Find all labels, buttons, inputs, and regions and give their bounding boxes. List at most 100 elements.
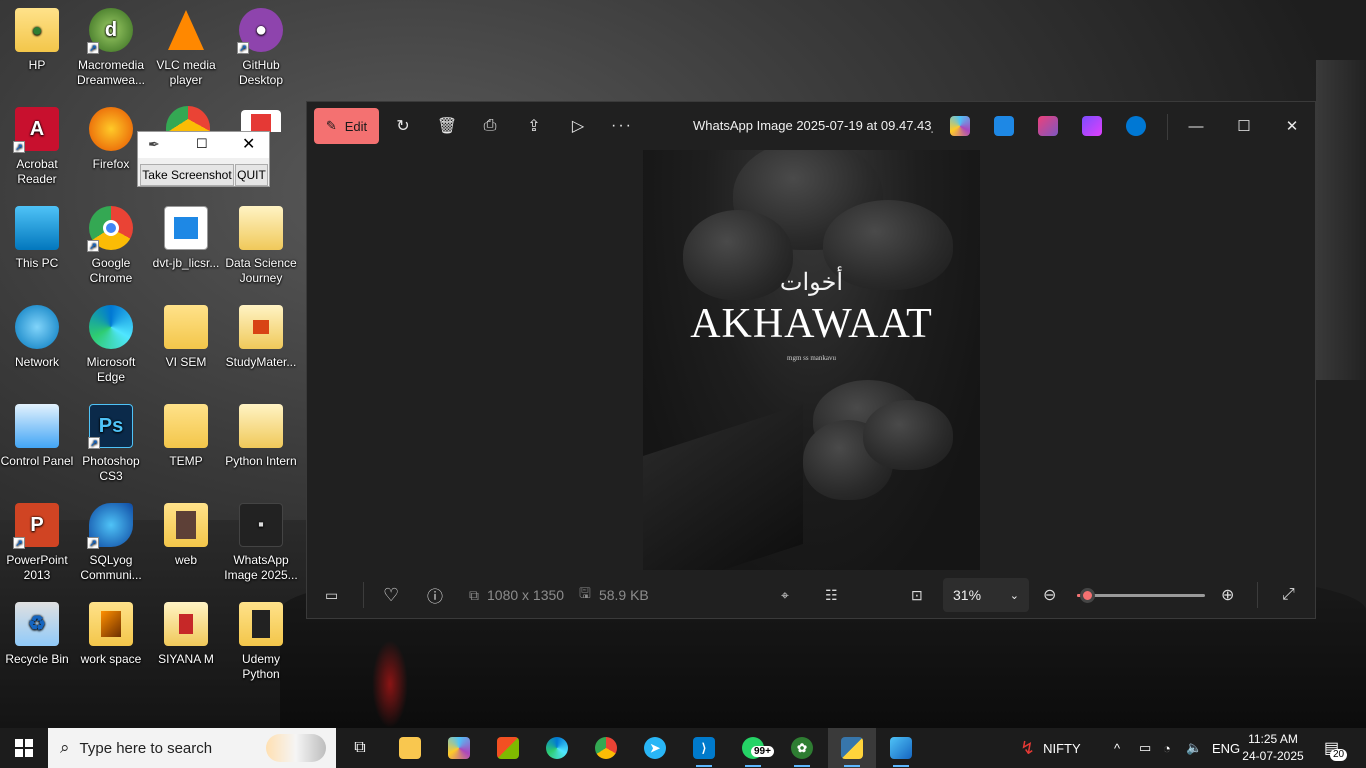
desktop-icon-siyana[interactable]: SIYANA M: [149, 594, 223, 688]
zoom-slider-thumb[interactable]: [1080, 588, 1096, 603]
desktop-icon-studymaterial[interactable]: StudyMater...: [224, 297, 298, 391]
close-button[interactable]: ✕: [1269, 102, 1315, 150]
taskbar-chrome[interactable]: [582, 728, 630, 768]
bottombar-separator: [363, 582, 364, 608]
info-button[interactable]: ⓘ: [427, 583, 443, 607]
firefox-icon: [89, 107, 133, 151]
desktop-icon-control-panel[interactable]: Control Panel: [0, 396, 74, 490]
onedrive-icon[interactable]: [1126, 116, 1146, 136]
desktop-icon-this-pc[interactable]: This PC: [0, 198, 74, 292]
desktop-icon-powerpoint[interactable]: P ↗ PowerPoint 2013: [0, 495, 74, 589]
take-screenshot-button[interactable]: Take Screenshot: [140, 164, 234, 186]
taskbar-python[interactable]: [828, 728, 876, 768]
desktop-icon-edge[interactable]: Microsoft Edge: [74, 297, 148, 391]
app-icon-partial: [241, 110, 281, 132]
zoom-in-button[interactable]: ⊕: [1221, 583, 1234, 607]
wifi-indicator[interactable]: ◔: [1163, 728, 1171, 768]
desktop-icon-network[interactable]: Network: [0, 297, 74, 391]
desktop-icon-github[interactable]: ● ↗ GitHub Desktop: [224, 0, 298, 94]
text-scan-button[interactable]: ☷: [825, 583, 838, 607]
minimize-button[interactable]: —: [1173, 102, 1219, 150]
minimize-icon: —: [1188, 117, 1204, 135]
print-button[interactable]: ⎙: [474, 110, 506, 142]
favorite-button[interactable]: ♡: [383, 583, 399, 607]
taskbar-search-box[interactable]: ⌕ Type here to search: [48, 728, 336, 768]
expand-icon: ⤢: [1282, 586, 1295, 603]
maximize-button[interactable]: ☐: [1221, 102, 1267, 150]
car-console-shape: [643, 404, 803, 570]
desktop-icon-vlc[interactable]: VLC media player: [149, 0, 223, 94]
desktop-icon-data-science[interactable]: Data Science Journey: [224, 198, 298, 292]
video-editor-icon[interactable]: [1082, 116, 1102, 136]
desktop-icon-temp[interactable]: TEMP: [149, 396, 223, 490]
taskbar: ⌕ Type here to search ⧉ ➤ ⟩ 99+ ✿ ↯ NIFT…: [0, 728, 1366, 768]
designer-icon[interactable]: [994, 116, 1014, 136]
rotate-icon: ↻: [396, 118, 410, 135]
language-indicator[interactable]: ENG: [1212, 728, 1240, 768]
zoom-slider[interactable]: [1077, 588, 1205, 603]
folder-icon: [239, 305, 283, 349]
control-panel-icon: [15, 404, 59, 448]
photo-canvas[interactable]: أخوات AKHAWAAT mgm ss mankavu: [643, 150, 980, 570]
chevron-down-icon: ⌄: [1009, 589, 1019, 602]
image-title-text: AKHAWAAT: [690, 301, 933, 347]
desktop-icon-photoshop[interactable]: Ps ↗ Photoshop CS3: [74, 396, 148, 490]
desktop-icon-dreamweaver[interactable]: d ↗ Macromedia Dreamwea...: [74, 0, 148, 94]
desktop-icon-dvt[interactable]: dvt-jb_licsr...: [149, 198, 223, 292]
desktop-icon-vi-sem[interactable]: VI SEM: [149, 297, 223, 391]
desktop-icon-chrome[interactable]: ↗ Google Chrome: [74, 198, 148, 292]
taskbar-file-explorer[interactable]: [386, 728, 434, 768]
wallpaper-edge: [1316, 60, 1366, 380]
show-hidden-icons-button[interactable]: ^: [1114, 728, 1120, 768]
maximize-icon[interactable]: ☐: [196, 136, 208, 152]
taskbar-vscode[interactable]: ⟩: [680, 728, 728, 768]
clipchamp-icon[interactable]: [1038, 116, 1058, 136]
full-screen-button[interactable]: ⤢: [1282, 583, 1295, 607]
visual-search-button[interactable]: ⌖: [781, 583, 789, 607]
desktop-icon-hp[interactable]: ● HP: [0, 0, 74, 94]
share-button[interactable]: ⇪: [518, 110, 550, 142]
taskbar-edge[interactable]: [533, 728, 581, 768]
taskbar-photos[interactable]: [877, 728, 925, 768]
taskbar-store[interactable]: [484, 728, 532, 768]
taskbar-whatsapp[interactable]: 99+: [729, 728, 777, 768]
text-scan-icon: ☷: [825, 586, 838, 603]
close-icon: ✕: [1285, 118, 1299, 135]
close-icon[interactable]: ✕: [242, 134, 255, 154]
volume-indicator[interactable]: 🔈: [1186, 728, 1202, 768]
rotate-button[interactable]: ↻: [387, 110, 419, 142]
desktop-icon-udemy[interactable]: Udemy Python: [224, 594, 298, 688]
slideshow-button[interactable]: ▷: [562, 110, 594, 142]
start-button[interactable]: [0, 728, 48, 768]
desktop-icon-web[interactable]: web: [149, 495, 223, 589]
task-view-button[interactable]: ⧉: [336, 728, 384, 768]
feather-icon: ✒: [148, 136, 160, 152]
fit-to-window-button[interactable]: ⊡: [911, 583, 923, 607]
desktop-icon-whatsapp-image[interactable]: ◼ WhatsApp Image 2025...: [224, 495, 298, 589]
quit-button[interactable]: QUIT: [235, 164, 268, 186]
desktop-icon-sqlyog[interactable]: ↗ SQLyog Communi...: [74, 495, 148, 589]
battery-indicator[interactable]: ▭: [1139, 728, 1151, 768]
taskbar-clock[interactable]: 11:25 AM 24-07-2025: [1240, 731, 1306, 765]
desktop-icon-acrobat[interactable]: A ↗ Acrobat Reader: [0, 99, 74, 193]
zoom-dropdown[interactable]: 31% ⌄: [943, 578, 1029, 612]
more-options-button[interactable]: ···: [606, 110, 638, 142]
stock-widget[interactable]: ↯ NIFTY: [1020, 728, 1081, 768]
titlebar-separator: [1167, 114, 1168, 140]
delete-button[interactable]: 🗑: [431, 110, 463, 142]
taskbar-copilot[interactable]: [435, 728, 483, 768]
filmstrip-button[interactable]: ▭: [325, 583, 338, 607]
copilot-icon[interactable]: [950, 116, 970, 136]
powerpoint-icon: P ↗: [13, 503, 59, 549]
edit-button[interactable]: ✎ Edit: [314, 108, 379, 144]
notification-center-button[interactable]: ▤: [1324, 728, 1339, 768]
zoom-out-button[interactable]: ⊖: [1043, 583, 1056, 607]
search-icon: ⌕: [60, 738, 70, 757]
taskbar-quran-app[interactable]: ✿: [778, 728, 826, 768]
task-view-icon: ⧉: [354, 739, 366, 756]
share-icon: ⇪: [527, 118, 541, 135]
desktop-icon-work-space[interactable]: work space: [74, 594, 148, 688]
taskbar-telegram[interactable]: ➤: [631, 728, 679, 768]
desktop-icon-recycle-bin[interactable]: ♻ Recycle Bin: [0, 594, 74, 688]
desktop-icon-python-intern[interactable]: Python Intern: [224, 396, 298, 490]
